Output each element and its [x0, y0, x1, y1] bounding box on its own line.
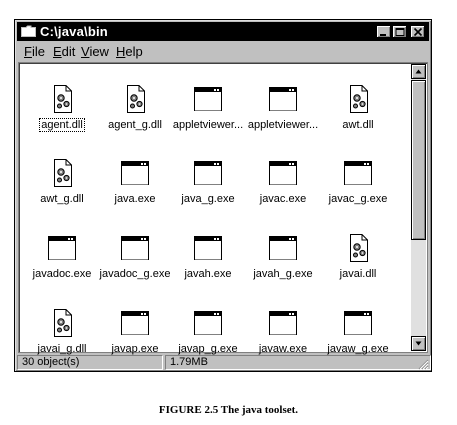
file-item[interactable]: javai_g.dll — [22, 307, 102, 357]
resize-grip-icon[interactable] — [417, 358, 429, 370]
file-label: javah_g.exe — [253, 268, 313, 280]
file-item[interactable]: awt.dll — [318, 83, 398, 133]
file-label: java.exe — [114, 193, 156, 205]
title-bar[interactable]: C:\java\bin — [17, 22, 429, 41]
file-label: javai_g.dll — [37, 343, 87, 355]
menu-view[interactable]: View — [81, 44, 109, 59]
file-item[interactable]: javac_g.exe — [318, 157, 398, 207]
close-icon — [413, 27, 423, 37]
application-icon — [48, 236, 76, 260]
scroll-down-button[interactable] — [411, 336, 426, 351]
dll-file-icon — [350, 234, 368, 262]
file-item[interactable]: javaw_g.exe — [318, 307, 398, 357]
minimize-icon — [380, 34, 386, 36]
file-label: javai.dll — [339, 268, 377, 280]
file-label: agent_g.dll — [108, 119, 162, 131]
application-icon — [344, 161, 372, 185]
file-item[interactable]: javah_g.exe — [243, 232, 323, 282]
file-item[interactable]: awt_g.dll — [22, 157, 102, 207]
file-item[interactable]: javac.exe — [243, 157, 323, 207]
figure-caption: FIGURE 2.5 The java toolset. — [158, 404, 299, 416]
explorer-window: C:\java\bin File Edit View Help agent.dl… — [14, 19, 432, 372]
application-icon — [121, 311, 149, 335]
application-icon — [194, 87, 222, 111]
arrow-up-icon — [415, 69, 422, 74]
application-icon — [269, 87, 297, 111]
file-label: javadoc_g.exe — [99, 268, 171, 280]
file-item[interactable]: javai.dll — [318, 232, 398, 282]
file-label: agent.dll — [39, 118, 85, 132]
minimize-button[interactable] — [376, 25, 391, 38]
file-item[interactable]: java.exe — [95, 157, 175, 207]
file-label: javap.exe — [111, 343, 159, 355]
dll-file-icon — [54, 159, 72, 187]
file-item[interactable]: java_g.exe — [168, 157, 248, 207]
file-item[interactable]: javah.exe — [168, 232, 248, 282]
application-icon — [194, 311, 222, 335]
arrow-down-icon — [415, 341, 422, 346]
maximize-icon — [395, 28, 405, 36]
file-label: javac.exe — [259, 193, 307, 205]
application-icon — [269, 161, 297, 185]
file-list-view[interactable]: agent.dll agent_g.dll appletviewer... apple… — [18, 62, 428, 355]
application-icon — [194, 161, 222, 185]
file-item[interactable]: javaw.exe — [243, 307, 323, 357]
application-icon — [269, 236, 297, 260]
file-label: javaw.exe — [258, 343, 308, 355]
file-label: appletviewer... — [172, 119, 244, 131]
file-label: awt_g.dll — [40, 193, 84, 205]
vertical-scrollbar[interactable] — [411, 64, 426, 351]
dll-file-icon — [54, 309, 72, 337]
file-label: java_g.exe — [181, 193, 235, 205]
menu-edit[interactable]: Edit — [53, 44, 75, 59]
menu-file[interactable]: File — [24, 44, 45, 59]
application-icon — [269, 311, 297, 335]
status-size: 1.79MB — [165, 355, 431, 370]
file-item[interactable]: agent_g.dll — [95, 83, 175, 133]
menu-bar: File Edit View Help — [17, 42, 429, 60]
file-item[interactable]: appletviewer... — [168, 83, 248, 133]
file-label: javah.exe — [184, 268, 232, 280]
dll-file-icon — [350, 85, 368, 113]
application-icon — [121, 236, 149, 260]
file-label: javadoc.exe — [32, 268, 92, 280]
application-icon — [194, 236, 222, 260]
file-item[interactable]: agent.dll — [22, 83, 102, 133]
file-label: awt.dll — [342, 119, 374, 131]
file-item[interactable]: javap_g.exe — [168, 307, 248, 357]
file-label: javac_g.exe — [328, 193, 388, 205]
file-label: appletviewer... — [247, 119, 319, 131]
file-item[interactable]: javadoc_g.exe — [95, 232, 175, 282]
file-item[interactable]: appletviewer... — [243, 83, 323, 133]
file-label: javap_g.exe — [178, 343, 238, 355]
scroll-thumb[interactable] — [411, 80, 426, 240]
application-icon — [344, 311, 372, 335]
menu-help[interactable]: Help — [116, 44, 143, 59]
file-label: javaw_g.exe — [327, 343, 389, 355]
close-button[interactable] — [410, 25, 425, 38]
file-item[interactable]: javap.exe — [95, 307, 175, 357]
scroll-up-button[interactable] — [411, 64, 426, 79]
status-object-count: 30 object(s) — [17, 355, 163, 370]
folder-icon — [21, 25, 36, 37]
dll-file-icon — [127, 85, 145, 113]
dll-file-icon — [54, 85, 72, 113]
maximize-button[interactable] — [392, 25, 407, 38]
file-item[interactable]: javadoc.exe — [22, 232, 102, 282]
status-bar: 30 object(s) 1.79MB — [17, 355, 431, 370]
window-title: C:\java\bin — [40, 24, 108, 39]
application-icon — [121, 161, 149, 185]
